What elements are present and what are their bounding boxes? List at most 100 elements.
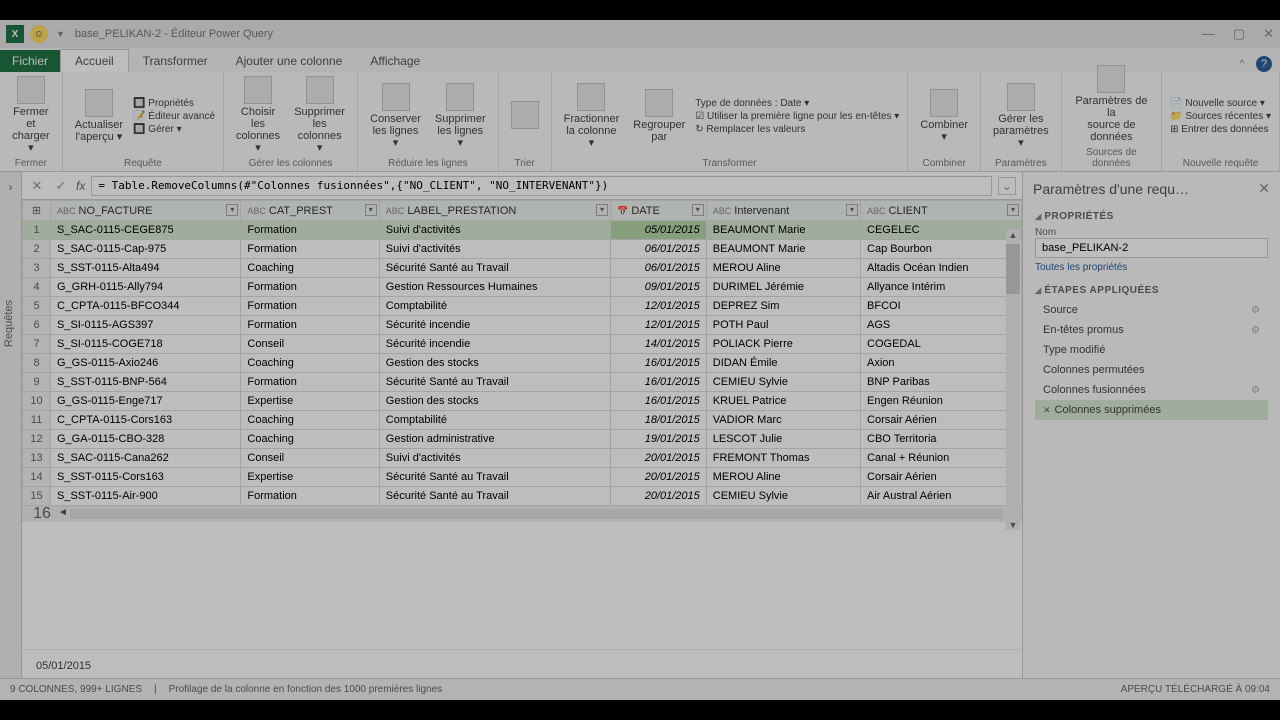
row-number[interactable]: 3 <box>23 259 51 278</box>
all-properties-link[interactable]: Toutes les propriétés <box>1035 262 1127 273</box>
table-cell[interactable]: CEGELEC <box>861 221 1022 240</box>
table-cell[interactable]: Sécurité incendie <box>379 316 610 335</box>
cancel-formula-icon[interactable]: ✕ <box>28 177 46 195</box>
column-header[interactable]: ABCLABEL_PRESTATION▾ <box>379 201 610 221</box>
table-cell[interactable]: 12/01/2015 <box>611 316 707 335</box>
formula-input[interactable] <box>91 176 992 196</box>
table-cell[interactable]: BEAUMONT Marie <box>706 240 860 259</box>
table-cell[interactable]: KRUEL Patrice <box>706 392 860 411</box>
table-cell[interactable]: S_SI-0115-COGE718 <box>51 335 241 354</box>
table-cell[interactable]: Cap Bourbon <box>861 240 1022 259</box>
table-cell[interactable]: VADIOR Marc <box>706 411 860 430</box>
table-cell[interactable]: Canal + Réunion <box>861 449 1022 468</box>
table-cell[interactable]: Sécurité Santé au Travail <box>379 373 610 392</box>
ribbon-button[interactable] <box>507 99 543 133</box>
row-number[interactable]: 13 <box>23 449 51 468</box>
table-cell[interactable]: 19/01/2015 <box>611 430 707 449</box>
table-cell[interactable]: S_SAC-0115-CEGE875 <box>51 221 241 240</box>
ribbon-button[interactable]: Actualiserl'aperçu ▾ <box>71 87 127 145</box>
row-number[interactable]: 7 <box>23 335 51 354</box>
row-number[interactable]: 9 <box>23 373 51 392</box>
row-number[interactable]: 6 <box>23 316 51 335</box>
table-cell[interactable]: Gestion administrative <box>379 430 610 449</box>
ribbon-button[interactable]: Paramètres de lasource de données <box>1070 63 1153 145</box>
table-cell[interactable]: C_CPTA-0115-Cors163 <box>51 411 241 430</box>
table-cell[interactable]: POLIACK Pierre <box>706 335 860 354</box>
table-cell[interactable]: Air Austral Aérien <box>861 487 1022 506</box>
table-cell[interactable]: DURIMEL Jérémie <box>706 278 860 297</box>
table-cell[interactable]: Suivi d'activités <box>379 221 610 240</box>
table-cell[interactable]: Sécurité Santé au Travail <box>379 487 610 506</box>
table-cell[interactable]: BFCOI <box>861 297 1022 316</box>
row-number[interactable]: 10 <box>23 392 51 411</box>
ribbon-button[interactable]: Conserverles lignes ▾ <box>366 81 425 151</box>
table-cell[interactable]: Corsair Aérien <box>861 468 1022 487</box>
table-cell[interactable]: Corsair Aérien <box>861 411 1022 430</box>
table-cell[interactable]: Gestion des stocks <box>379 354 610 373</box>
ribbon-item[interactable]: ⊞ Entrer des données <box>1170 124 1271 135</box>
gear-icon[interactable]: ⚙ <box>1251 385 1260 396</box>
table-cell[interactable]: CEMIEU Sylvie <box>706 373 860 392</box>
table-cell[interactable]: Sécurité incendie <box>379 335 610 354</box>
table-cell[interactable]: 16/01/2015 <box>611 354 707 373</box>
table-cell[interactable]: Sécurité Santé au Travail <box>379 259 610 278</box>
gear-icon[interactable]: ⚙ <box>1251 325 1260 336</box>
table-cell[interactable]: 18/01/2015 <box>611 411 707 430</box>
ribbon-button[interactable]: Choisir lescolonnes ▾ <box>232 74 284 156</box>
applied-step[interactable]: En-têtes promus⚙ <box>1035 320 1268 340</box>
table-cell[interactable]: Coaching <box>241 354 379 373</box>
table-cell[interactable]: Formation <box>241 278 379 297</box>
column-header[interactable]: 📅DATE▾ <box>611 201 707 221</box>
table-cell[interactable]: COGEDAL <box>861 335 1022 354</box>
ribbon-button[interactable]: Gérer lesparamètres ▾ <box>989 81 1053 151</box>
table-cell[interactable]: 06/01/2015 <box>611 259 707 278</box>
row-number[interactable]: 15 <box>23 487 51 506</box>
row-number[interactable]: 4 <box>23 278 51 297</box>
table-cell[interactable]: S_SI-0115-AGS397 <box>51 316 241 335</box>
table-cell[interactable]: Sécurité Santé au Travail <box>379 468 610 487</box>
table-cell[interactable]: S_SST-0115-Air-900 <box>51 487 241 506</box>
query-name-input[interactable] <box>1035 238 1268 258</box>
filter-icon[interactable]: ▾ <box>846 204 858 216</box>
filter-icon[interactable]: ▾ <box>226 204 238 216</box>
table-cell[interactable]: Formation <box>241 487 379 506</box>
dropdown-icon[interactable]: ▼ <box>56 29 65 39</box>
ribbon-item[interactable]: 📄 Nouvelle source ▾ <box>1170 98 1271 109</box>
table-cell[interactable]: Suivi d'activités <box>379 240 610 259</box>
table-cell[interactable]: Gestion Ressources Humaines <box>379 278 610 297</box>
column-header[interactable]: ABCNO_FACTURE▾ <box>51 201 241 221</box>
formula-dropdown-icon[interactable]: ⌄ <box>998 177 1016 195</box>
table-cell[interactable]: POTH Paul <box>706 316 860 335</box>
applied-step[interactable]: Colonnes permutées <box>1035 360 1268 380</box>
table-cell[interactable]: DIDAN Émile <box>706 354 860 373</box>
table-corner[interactable]: ⊞ <box>23 201 51 221</box>
table-cell[interactable]: 16/01/2015 <box>611 392 707 411</box>
table-cell[interactable]: S_SST-0115-Alta494 <box>51 259 241 278</box>
tab-ajouter[interactable]: Ajouter une colonne <box>222 50 357 72</box>
row-number[interactable]: 8 <box>23 354 51 373</box>
minimize-icon[interactable]: — <box>1202 26 1215 42</box>
row-number[interactable]: 2 <box>23 240 51 259</box>
ribbon-item[interactable]: ☑ Utiliser la première ligne pour les en… <box>695 111 899 122</box>
column-header[interactable]: ABCCAT_PREST▾ <box>241 201 379 221</box>
table-cell[interactable]: Comptabilité <box>379 411 610 430</box>
tab-file[interactable]: Fichier <box>0 50 60 72</box>
table-cell[interactable]: Coaching <box>241 259 379 278</box>
ribbon-item[interactable]: 📁 Sources récentes ▾ <box>1170 111 1271 122</box>
ribbon-button[interactable]: Supprimerles lignes ▾ <box>431 81 490 151</box>
applied-step[interactable]: Source⚙ <box>1035 300 1268 320</box>
table-cell[interactable]: CEMIEU Sylvie <box>706 487 860 506</box>
applied-step[interactable]: Type modifié <box>1035 340 1268 360</box>
filter-icon[interactable]: ▾ <box>692 204 704 216</box>
table-cell[interactable]: Formation <box>241 373 379 392</box>
table-cell[interactable]: G_GS-0115-Enge717 <box>51 392 241 411</box>
row-number[interactable]: 11 <box>23 411 51 430</box>
table-cell[interactable]: LESCOT Julie <box>706 430 860 449</box>
table-cell[interactable]: Conseil <box>241 449 379 468</box>
ribbon-item[interactable]: Type de données : Date ▾ <box>695 98 899 109</box>
table-cell[interactable]: Formation <box>241 316 379 335</box>
table-cell[interactable]: S_SST-0115-BNP-564 <box>51 373 241 392</box>
collapse-ribbon-icon[interactable]: ^ <box>1234 56 1250 72</box>
fx-icon[interactable]: fx <box>76 179 85 193</box>
ribbon-item[interactable]: 🔲 Gérer ▾ <box>133 124 215 135</box>
